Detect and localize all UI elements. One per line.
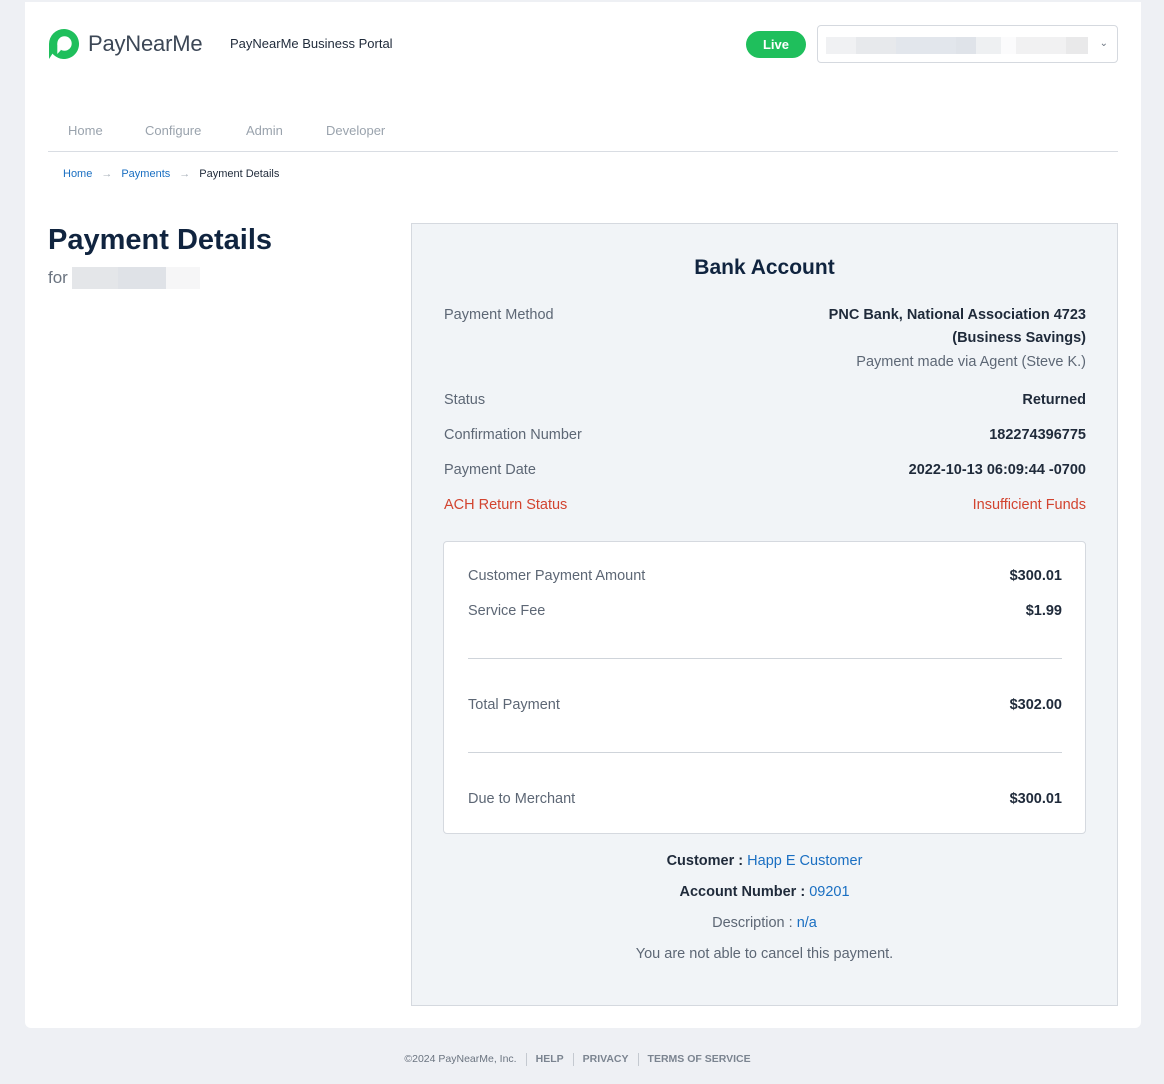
due-to-merchant-value: $300.01 [1009,791,1062,807]
total-payment-value: $302.00 [1009,697,1062,713]
amount-summary-box: Customer Payment Amount $300.01 Service … [443,541,1086,834]
status-label: Status [444,392,486,408]
logo-icon [48,28,80,60]
main-nav: Home Configure Admin Developer [48,122,1118,152]
divider [468,658,1062,659]
account-number-label: Account Number : [679,884,806,900]
ach-return-label: ACH Return Status [444,497,568,513]
customer-line: Customer : Happ E Customer [412,853,1117,869]
breadcrumb-payments[interactable]: Payments [121,168,170,180]
redacted-account-name [826,37,1088,54]
payment-details-panel: Bank Account Payment Method PNC Bank, Na… [411,223,1118,1006]
account-number-link[interactable]: 09201 [809,884,849,900]
description-line: Description : n/a [412,915,1117,931]
page-subtitle: for [48,267,200,289]
due-to-merchant-label: Due to Merchant [468,791,576,807]
nav-item-admin[interactable]: Admin [246,123,283,138]
account-number-line: Account Number : 09201 [412,884,1117,900]
footer-help-link[interactable]: HELP [527,1053,574,1066]
redacted-merchant-name [71,267,200,289]
customer-amount-value: $300.01 [1009,568,1062,584]
confirmation-label: Confirmation Number [444,427,582,443]
breadcrumb-arrow-icon: → [179,168,191,180]
portal-title: PayNearMe Business Portal [230,36,393,51]
total-payment-label: Total Payment [468,697,560,713]
breadcrumb-home[interactable]: Home [63,168,92,180]
payment-date-label: Payment Date [444,462,536,478]
live-mode-toggle[interactable]: Live [746,31,806,58]
description-value: n/a [796,915,817,931]
payment-date-value: 2022-10-13 06:09:44 -0700 [908,462,1086,478]
footer: ©2024 PayNearMe, Inc. HELP PRIVACY TERMS… [0,1053,1164,1066]
service-fee-value: $1.99 [1025,603,1062,619]
panel-heading: Bank Account [694,256,835,279]
payment-method-value: PNC Bank, National Association 4723 [828,307,1086,323]
customer-label: Customer : [666,853,744,869]
chevron-down-icon: ⌄ [1099,38,1108,49]
account-selector[interactable]: ⌄ [817,25,1118,63]
nav-item-developer[interactable]: Developer [326,123,385,138]
paynearme-logo[interactable]: PayNearMe [48,28,203,60]
breadcrumb: Home → Payments → Payment Details [63,168,279,180]
page-title: Payment Details [48,224,273,256]
description-label: Description : [712,915,793,931]
nav-item-home[interactable]: Home [68,123,103,138]
footer-copyright: ©2024 PayNearMe, Inc. [404,1053,527,1066]
customer-amount-label: Customer Payment Amount [468,568,646,584]
divider [468,752,1062,753]
service-fee-label: Service Fee [468,603,546,619]
payment-method-label: Payment Method [444,307,554,323]
cancel-note: You are not able to cancel this payment. [635,946,894,962]
confirmation-value: 182274396775 [989,427,1086,443]
footer-terms-link[interactable]: TERMS OF SERVICE [639,1053,760,1066]
for-label: for [48,268,68,287]
logo-wordmark: PayNearMe [88,31,203,56]
customer-link[interactable]: Happ E Customer [747,853,862,869]
status-value: Returned [1022,392,1086,408]
footer-privacy-link[interactable]: PRIVACY [574,1053,639,1066]
nav-item-configure[interactable]: Configure [145,123,201,138]
payment-agent-note: Payment made via Agent (Steve K.) [856,354,1086,370]
breadcrumb-current: Payment Details [199,168,280,180]
ach-return-value: Insufficient Funds [972,497,1086,513]
payment-method-type: (Business Savings) [952,330,1086,346]
breadcrumb-arrow-icon: → [101,168,113,180]
